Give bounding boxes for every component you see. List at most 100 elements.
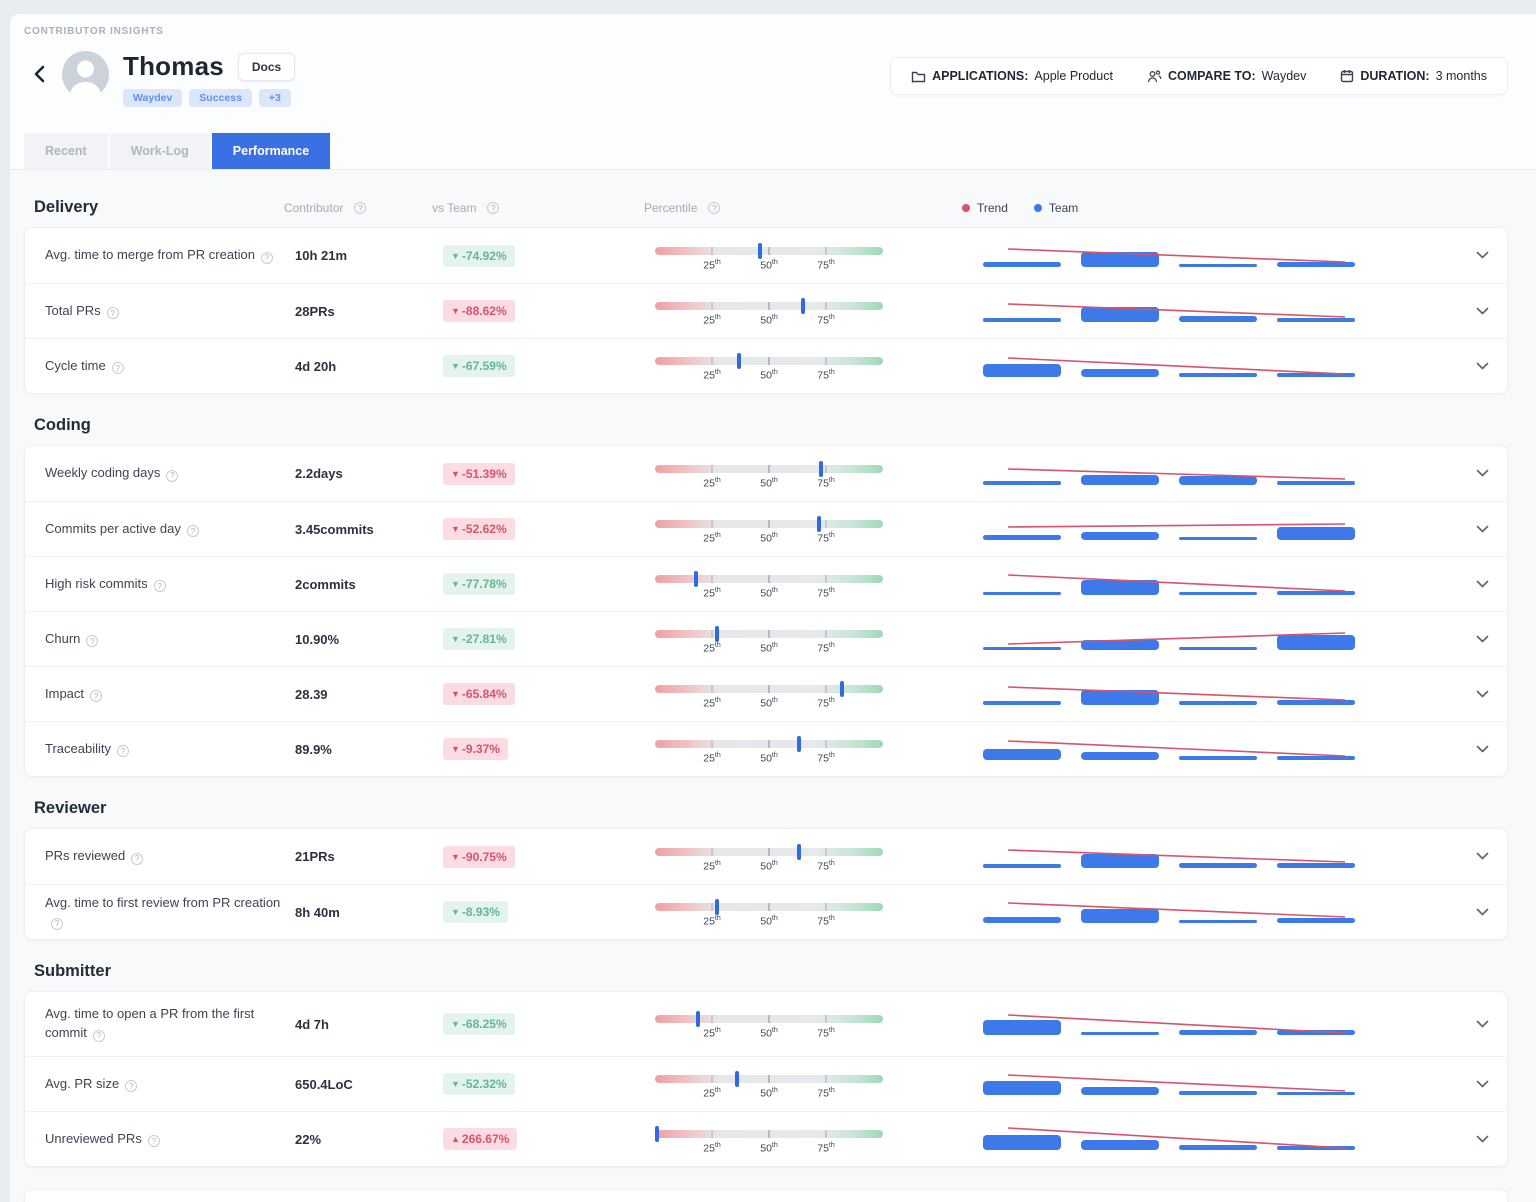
- metric-row[interactable]: Total PRs?28PRs▼-88.62%25th50th75th: [25, 283, 1507, 338]
- metric-row[interactable]: Unreviewed PRs?22%▲266.67%25th50th75th: [25, 1111, 1507, 1166]
- filter-applications[interactable]: APPLICATIONS:Apple Product: [911, 69, 1113, 83]
- chevron-down-icon[interactable]: [1476, 525, 1489, 534]
- filter-duration[interactable]: DURATION:3 months: [1340, 69, 1487, 83]
- metric-value: 2.2days: [295, 466, 443, 481]
- info-icon[interactable]: ?: [90, 690, 102, 702]
- tick-label: 75th: [817, 1142, 835, 1155]
- percentile-marker: [758, 243, 762, 259]
- tick-label: 75th: [817, 1087, 835, 1100]
- tab-recent[interactable]: Recent: [24, 133, 108, 169]
- metric-row[interactable]: Cycle time?4d 20h▼-67.59%25th50th75th: [25, 338, 1507, 393]
- chevron-down-icon[interactable]: [1476, 1020, 1489, 1029]
- info-icon[interactable]: ?: [708, 202, 720, 214]
- row-expand-cell: [1373, 580, 1507, 589]
- info-icon[interactable]: ?: [125, 1080, 137, 1092]
- info-icon[interactable]: ?: [354, 202, 366, 214]
- metric-row[interactable]: Weekly coding days?2.2days▼-51.39%25th50…: [25, 446, 1507, 501]
- percentile-tick: [711, 1130, 713, 1138]
- chevron-down-icon[interactable]: [1476, 251, 1489, 260]
- metric-row[interactable]: Avg. time to merge from PR creation?10h …: [25, 228, 1507, 283]
- info-icon[interactable]: ?: [117, 745, 129, 757]
- section-header: DeliveryContributor?vs Team?Percentile?T…: [24, 176, 1508, 227]
- percentile-marker: [797, 844, 801, 860]
- delta-arrow-icon: ▼: [451, 634, 460, 644]
- info-icon[interactable]: ?: [86, 635, 98, 647]
- metric-row[interactable]: Traceability?89.9%▼-9.37%25th50th75th: [25, 721, 1507, 776]
- delta-value: -90.75%: [462, 850, 507, 864]
- chevron-down-icon[interactable]: [1476, 745, 1489, 754]
- info-icon[interactable]: ?: [487, 202, 499, 214]
- chevron-down-icon[interactable]: [1476, 1135, 1489, 1144]
- percentile-tick-labels: 25th50th75th: [655, 477, 883, 493]
- info-icon[interactable]: ?: [93, 1030, 105, 1042]
- back-button[interactable]: [32, 65, 48, 86]
- info-icon[interactable]: ?: [261, 252, 273, 264]
- metric-row[interactable]: Avg. PR size?650.4LoC▼-52.32%25th50th75t…: [25, 1056, 1507, 1111]
- percentile-slider: 25th50th75th: [655, 292, 883, 330]
- vs-team-badge: ▼-8.93%: [443, 901, 508, 923]
- tick-label: 25th: [703, 752, 721, 765]
- metric-row[interactable]: Churn?10.90%▼-27.81%25th50th75th: [25, 611, 1507, 666]
- row-expand-cell: [1373, 469, 1507, 478]
- filter-compare-to[interactable]: COMPARE TO:Waydev: [1147, 69, 1306, 83]
- chevron-down-icon[interactable]: [1476, 580, 1489, 589]
- delta-value: -67.59%: [462, 359, 507, 373]
- tab-work-log[interactable]: Work-Log: [110, 133, 210, 169]
- docs-button[interactable]: Docs: [238, 53, 295, 81]
- info-icon[interactable]: ?: [131, 853, 143, 865]
- metric-row[interactable]: PRs reviewed?21PRs▼-90.75%25th50th75th: [25, 829, 1507, 884]
- info-icon[interactable]: ?: [154, 580, 166, 592]
- chevron-down-icon[interactable]: [1476, 469, 1489, 478]
- vs-team-cell: ▼-52.32%: [443, 1073, 655, 1095]
- percentile-track: [655, 848, 883, 856]
- trend-team-chart: [973, 622, 1373, 656]
- delta-arrow-icon: ▼: [451, 524, 460, 534]
- percentile-marker: [801, 298, 805, 314]
- chevron-down-icon[interactable]: [1476, 362, 1489, 371]
- percentile-slider: 25th50th75th: [655, 565, 883, 603]
- vs-team-cell: ▼-67.59%: [443, 355, 655, 377]
- percentile-slider: 25th50th75th: [655, 455, 883, 493]
- section-header: Reviewer: [24, 777, 1508, 828]
- metric-value: 89.9%: [295, 742, 443, 757]
- tick-label: 75th: [817, 587, 835, 600]
- percentile-tick-labels: 25th50th75th: [655, 1087, 883, 1103]
- trend-team-chart: [973, 732, 1373, 766]
- info-icon[interactable]: ?: [112, 362, 124, 374]
- percentile-slider: 25th50th75th: [655, 675, 883, 713]
- info-icon[interactable]: ?: [166, 470, 178, 482]
- chart-cell: [973, 895, 1373, 929]
- vs-team-cell: ▼-77.78%: [443, 573, 655, 595]
- delta-value: -65.84%: [462, 687, 507, 701]
- chevron-down-icon[interactable]: [1476, 635, 1489, 644]
- tab-performance[interactable]: Performance: [212, 133, 330, 169]
- delta-value: -9.37%: [462, 742, 500, 756]
- metric-row[interactable]: Commits per active day?3.45commits▼-52.6…: [25, 501, 1507, 556]
- row-expand-cell: [1373, 1080, 1507, 1089]
- percentile-tick-labels: 25th50th75th: [655, 642, 883, 658]
- metric-row[interactable]: Impact?28.39▼-65.84%25th50th75th: [25, 666, 1507, 721]
- tick-label: 50th: [760, 477, 778, 490]
- legend-dot: [962, 204, 970, 212]
- metric-value: 8h 40m: [295, 905, 443, 920]
- info-icon[interactable]: ?: [187, 525, 199, 537]
- profile-tag: Waydev: [123, 89, 182, 107]
- percentile-tick-labels: 25th50th75th: [655, 369, 883, 385]
- chevron-down-icon[interactable]: [1476, 908, 1489, 917]
- metric-label: PRs reviewed: [45, 848, 125, 863]
- chevron-down-icon[interactable]: [1476, 690, 1489, 699]
- metric-label-cell: Avg. time to open a PR from the first co…: [45, 1005, 295, 1043]
- info-icon[interactable]: ?: [148, 1135, 160, 1147]
- chevron-down-icon[interactable]: [1476, 307, 1489, 316]
- info-icon[interactable]: ?: [51, 918, 63, 930]
- legend-dot: [1034, 204, 1042, 212]
- metric-row[interactable]: 25th50th75th: [25, 1190, 1507, 1202]
- metric-row[interactable]: High risk commits?2commits▼-77.78%25th50…: [25, 556, 1507, 611]
- metric-row[interactable]: Avg. time to first review from PR creati…: [25, 884, 1507, 939]
- chevron-down-icon[interactable]: [1476, 852, 1489, 861]
- chart-cell: [973, 294, 1373, 328]
- percentile-track: [655, 685, 883, 693]
- metric-row[interactable]: Avg. time to open a PR from the first co…: [25, 992, 1507, 1056]
- info-icon[interactable]: ?: [107, 307, 119, 319]
- chevron-down-icon[interactable]: [1476, 1080, 1489, 1089]
